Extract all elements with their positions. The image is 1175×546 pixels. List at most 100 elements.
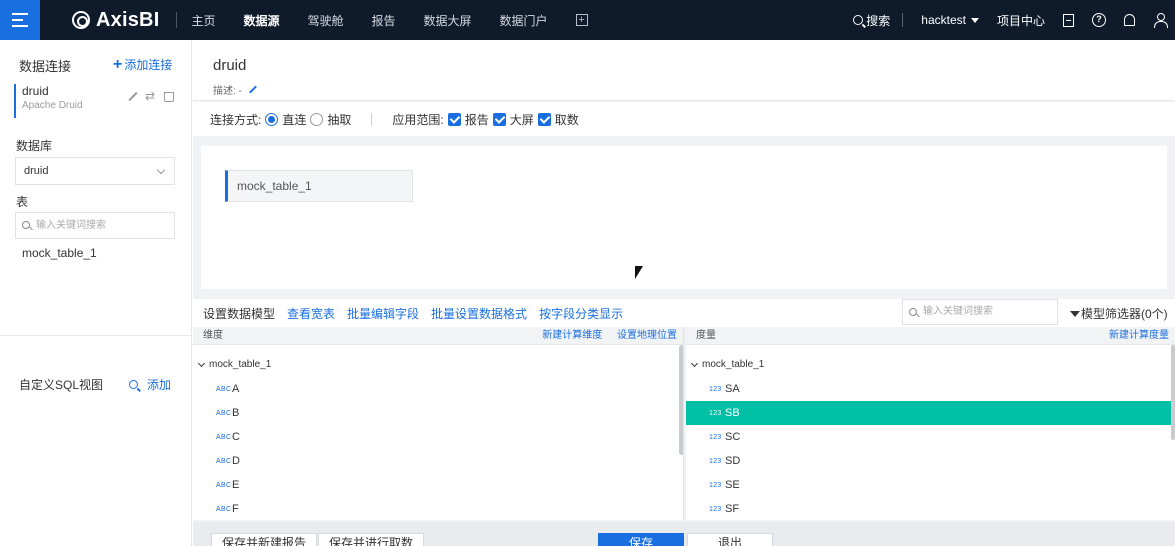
model-canvas[interactable]: mock_table_1 [201, 146, 1167, 289]
measure-field[interactable]: 123 SC [686, 425, 1175, 449]
connection-actions [120, 89, 174, 103]
set-data-model-button[interactable]: 设置数据模型 [203, 305, 275, 322]
canvas-table-card[interactable]: mock_table_1 [225, 170, 413, 202]
dimension-field[interactable]: ABC F [193, 497, 683, 520]
data-connection-title: 数据连接 [19, 59, 72, 74]
checkbox-report[interactable] [447, 112, 461, 126]
measure-field[interactable]: 123 SA [686, 377, 1175, 401]
checkbox-report-label[interactable]: 报告 [465, 111, 489, 128]
save-icon[interactable] [1063, 13, 1074, 27]
batch-format-button[interactable]: 批量设置数据格式 [431, 305, 527, 322]
description-text: 描述: - [213, 86, 242, 97]
measure-field-name: SD [725, 455, 741, 467]
chevron-down-icon [690, 359, 699, 367]
exit-button[interactable]: 退出 [687, 533, 774, 546]
nav-add-icon[interactable]: + [575, 14, 588, 26]
dimension-field[interactable]: ABC D [193, 449, 683, 473]
radio-direct-label[interactable]: 直连 [282, 111, 306, 128]
nav-datasource[interactable]: 数据源 [243, 12, 279, 29]
user-menu[interactable]: hacktest [921, 13, 979, 27]
set-geo-location-link[interactable]: 设置地理位置 [617, 330, 677, 341]
user-icon[interactable] [1153, 13, 1175, 28]
number-type-icon: 123 [709, 433, 722, 441]
save-button[interactable]: 保存 [598, 533, 685, 546]
measure-header-label: 度量 [696, 330, 716, 341]
measure-field[interactable]: 123 SD [686, 449, 1175, 473]
batch-edit-fields-button[interactable]: 批量编辑字段 [347, 305, 419, 322]
save-and-fetch-button[interactable]: 保存并进行取数 [318, 533, 425, 546]
bell-icon[interactable] [1124, 14, 1135, 26]
logo[interactable]: AxisBI [72, 0, 159, 40]
save-and-new-report-button[interactable]: 保存并新建报告 [211, 533, 318, 546]
logo-icon [72, 11, 90, 29]
number-type-icon: 123 [709, 409, 722, 417]
measure-root-label: mock_table_1 [702, 359, 765, 370]
edit-description-icon[interactable] [249, 85, 257, 94]
main-area: druid 描述: - 连接方式: 直连 抽取 应用范围: 报告 大屏 取数 m… [193, 40, 1175, 546]
caret-down-icon [970, 17, 979, 23]
radio-extract-label[interactable]: 抽取 [327, 111, 351, 128]
user-name: hacktest [921, 13, 966, 27]
measure-tree-root[interactable]: mock_table_1 [690, 359, 765, 370]
new-calc-dimension-link[interactable]: 新建计算维度 [542, 330, 602, 341]
chevron-down-icon [156, 165, 166, 175]
table-list-item[interactable]: mock_table_1 [22, 246, 97, 260]
dimension-field[interactable]: ABC E [193, 473, 683, 497]
add-connection-button[interactable]: + 添加连接 [113, 56, 172, 73]
table-search-input[interactable]: 输入关键词搜索 [15, 212, 175, 239]
measure-header-links: 新建计算度量 [1097, 327, 1169, 345]
new-calc-measure-link[interactable]: 新建计算度量 [1109, 330, 1169, 341]
datasource-title: druid [213, 57, 247, 74]
project-center-link[interactable]: 项目中心 [997, 12, 1045, 29]
connection-item-druid[interactable]: druid Apache Druid [14, 84, 182, 118]
measure-field-name: SF [725, 503, 740, 515]
dimension-field[interactable]: ABC A [193, 377, 683, 401]
measure-field-selected[interactable]: 123 SB [686, 401, 1175, 425]
search-icon [129, 380, 138, 389]
swap-icon[interactable] [145, 89, 156, 103]
measure-field[interactable]: 123 SF [686, 497, 1175, 520]
main-nav: 主页 数据源 驾驶舱 报告 数据大屏 数据门户 + [191, 12, 588, 29]
search-icon [909, 308, 917, 316]
nav-big-screen[interactable]: 数据大屏 [424, 12, 472, 29]
checkbox-fetch-label[interactable]: 取数 [555, 111, 579, 128]
nav-home[interactable]: 主页 [191, 12, 215, 29]
table-search-placeholder: 输入关键词搜索 [36, 220, 106, 231]
measure-field[interactable]: 123 SE [686, 473, 1175, 497]
mouse-cursor-icon [635, 266, 643, 279]
dimension-field[interactable]: ABC B [193, 401, 683, 425]
nav-report[interactable]: 报告 [372, 12, 396, 29]
connection-mode-label: 连接方式: [210, 112, 262, 127]
radio-direct[interactable] [265, 112, 279, 126]
measure-field-name: SC [725, 431, 741, 443]
edit-icon[interactable] [128, 92, 138, 102]
measure-field-name: SB [725, 407, 740, 419]
trash-icon[interactable] [164, 92, 174, 102]
group-by-field-button[interactable]: 按字段分类显示 [539, 305, 623, 322]
dimension-tree-root[interactable]: mock_table_1 [197, 359, 271, 370]
radio-extract[interactable] [310, 112, 324, 126]
number-type-icon: 123 [709, 481, 722, 489]
global-search-button[interactable]: 搜索 [853, 12, 890, 29]
database-select-value: druid [24, 165, 49, 177]
checkbox-screen-label[interactable]: 大屏 [510, 111, 534, 128]
menu-toggle-button[interactable] [0, 0, 40, 40]
dimension-scrollbar[interactable] [679, 345, 683, 455]
checkbox-fetch[interactable] [537, 112, 551, 126]
checkbox-screen[interactable] [492, 112, 506, 126]
dimension-field-name: D [232, 455, 240, 467]
add-sql-view-button[interactable]: 添加 [129, 376, 171, 393]
view-wide-table-button[interactable]: 查看宽表 [287, 305, 335, 322]
dimension-field[interactable]: ABC C [193, 425, 683, 449]
measure-scrollbar[interactable] [1171, 345, 1175, 440]
field-toolbar: 设置数据模型 查看宽表 批量编辑字段 批量设置数据格式 按字段分类显示 输入关键… [193, 299, 1175, 327]
help-icon[interactable]: ? [1092, 13, 1106, 27]
text-type-icon: ABC [216, 433, 232, 441]
filter-icon [1070, 310, 1080, 317]
database-select[interactable]: druid [15, 157, 175, 185]
field-search-input[interactable]: 输入关键词搜索 [902, 299, 1058, 325]
nav-portal[interactable]: 数据门户 [500, 12, 548, 29]
action-footer: 保存并新建报告 保存并进行取数 保存 退出 [193, 522, 1175, 546]
model-filter-button[interactable]: 模型筛选器(0个) [1070, 305, 1168, 322]
nav-cockpit[interactable]: 驾驶舱 [307, 12, 343, 29]
